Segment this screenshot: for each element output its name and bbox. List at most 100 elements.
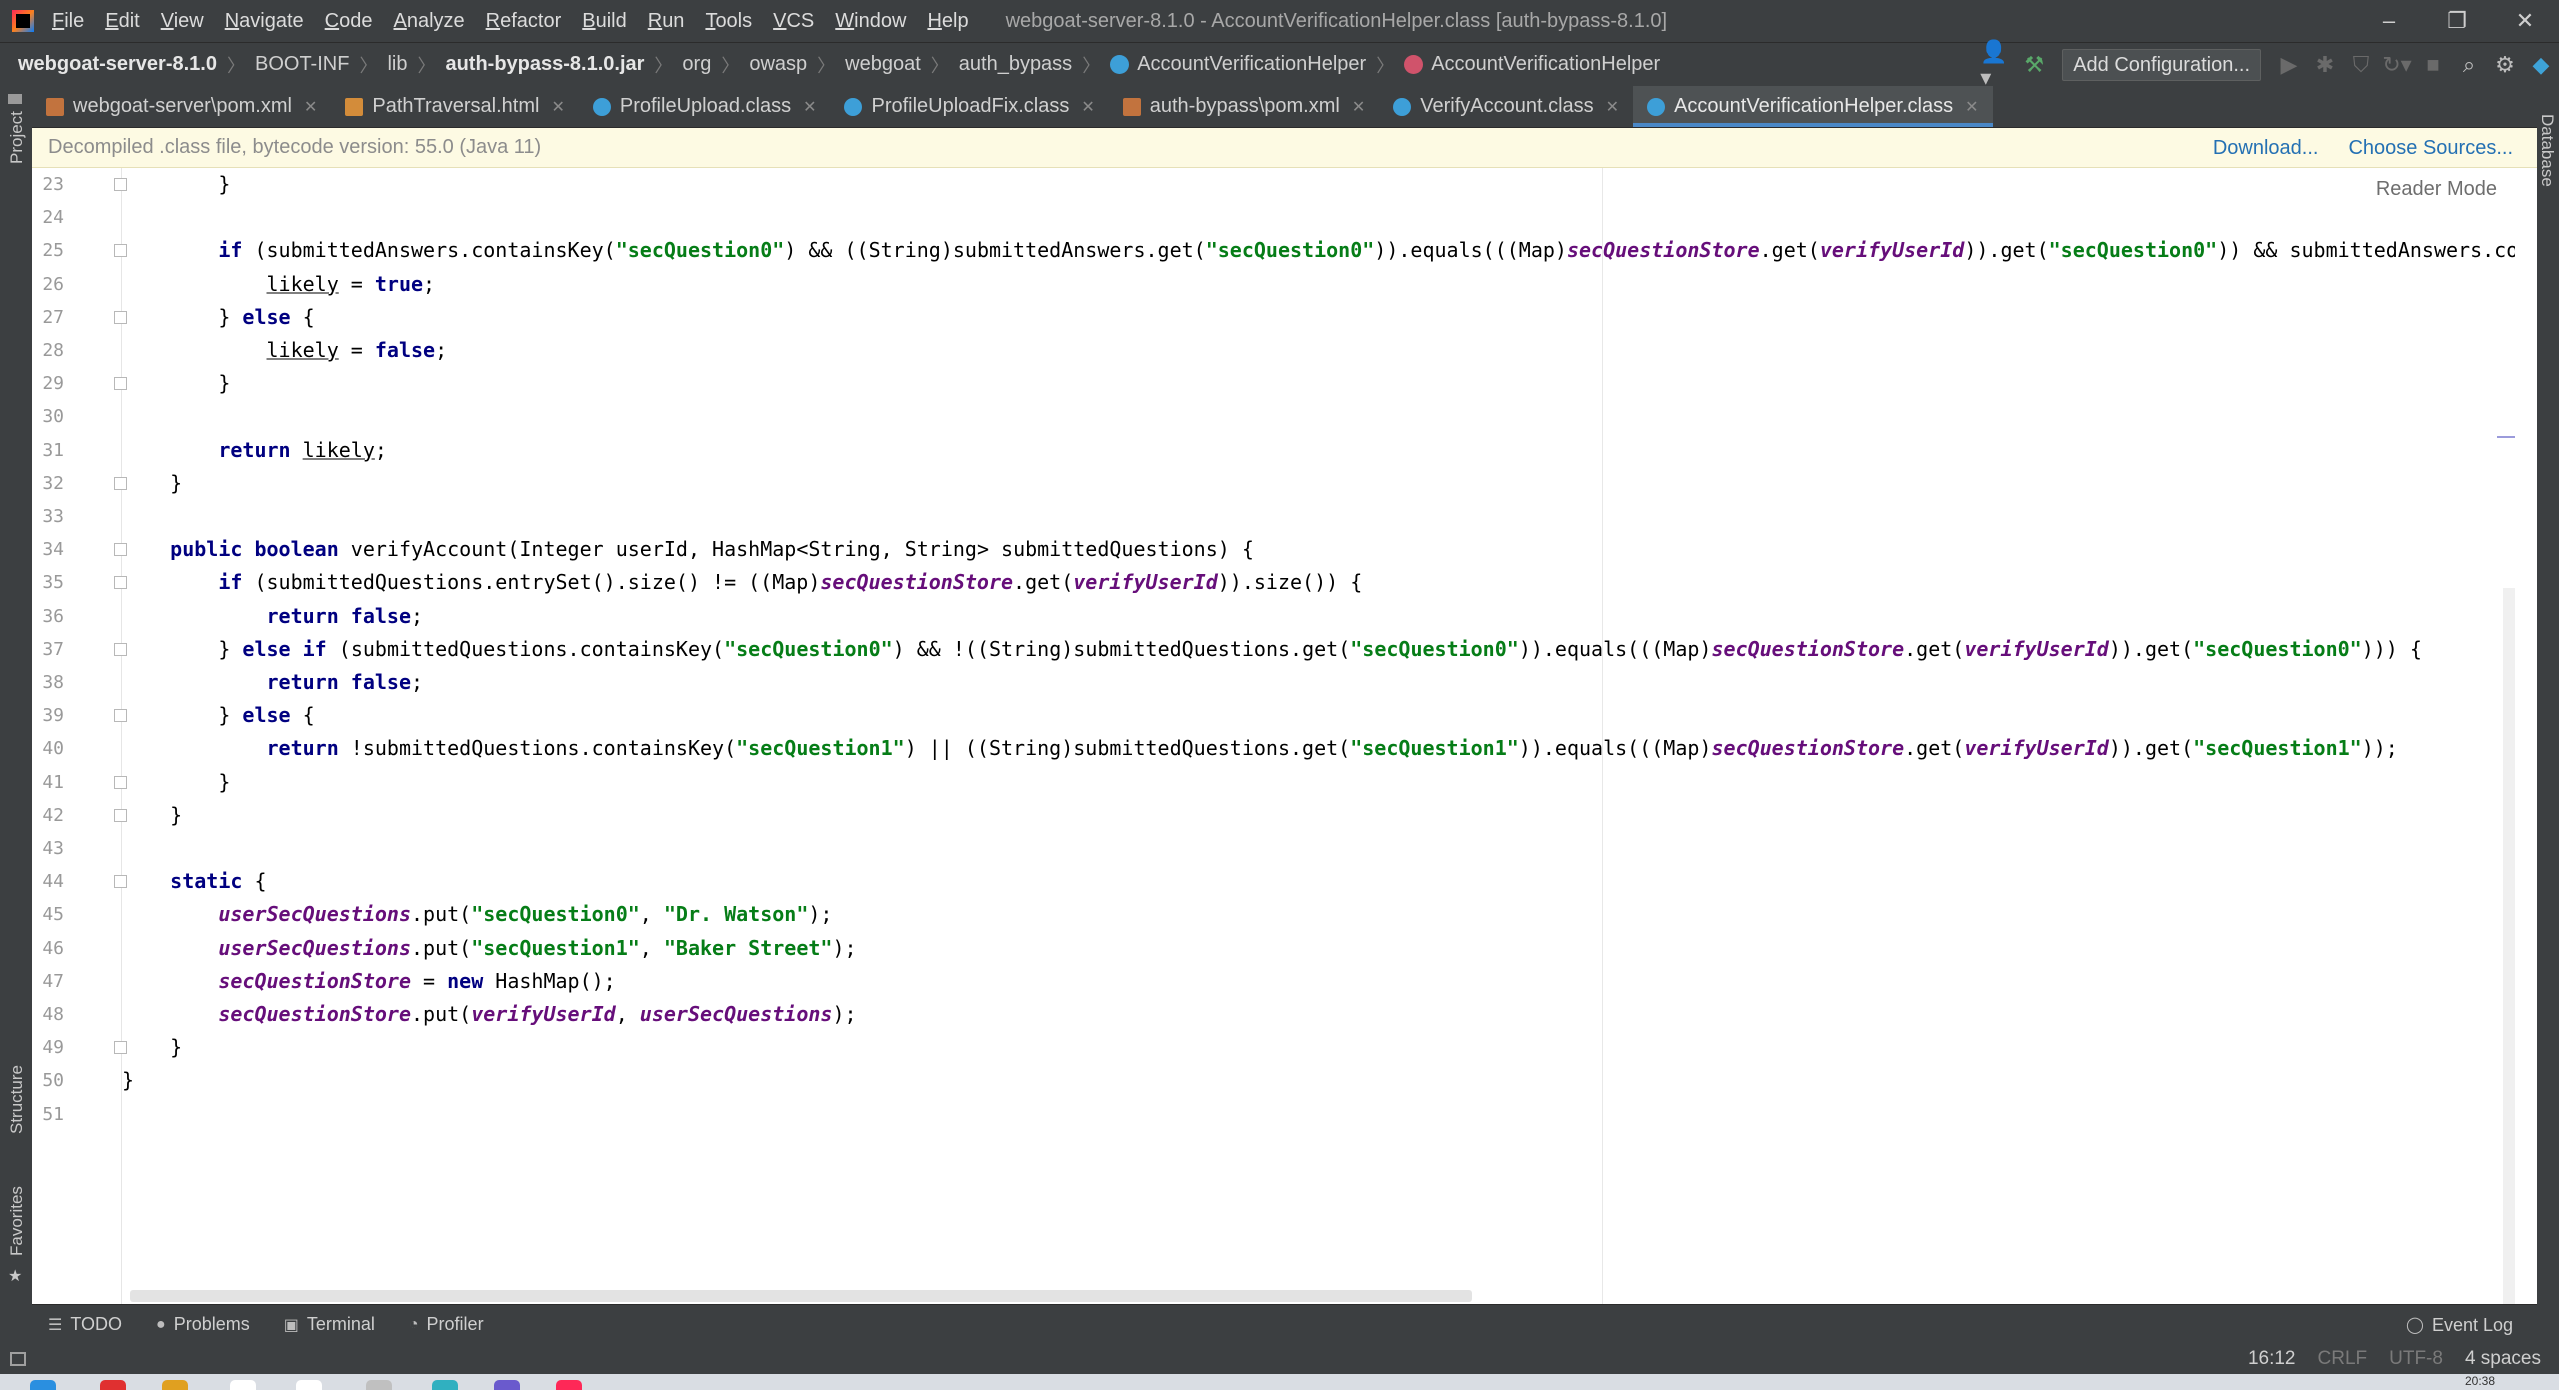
- project-tool-button[interactable]: Project: [7, 111, 27, 164]
- menu-file[interactable]: File: [52, 10, 84, 33]
- indent-setting[interactable]: 4 spaces: [2465, 1348, 2541, 1370]
- taskbar-app-icon[interactable]: [432, 1380, 458, 1390]
- crumb-lib[interactable]: lib: [387, 53, 407, 76]
- menu-run[interactable]: Run: [648, 10, 685, 33]
- code-area[interactable]: } if (submittedAnswers.containsKey("secQ…: [122, 168, 2515, 1304]
- code-line[interactable]: return !submittedQuestions.containsKey("…: [122, 732, 2398, 765]
- menu-refactor[interactable]: Refactor: [486, 10, 562, 33]
- tab-verify-account[interactable]: VerifyAccount.class ✕: [1379, 86, 1633, 127]
- menu-analyze[interactable]: Analyze: [393, 10, 464, 33]
- reader-mode-toggle[interactable]: Reader Mode: [2376, 178, 2497, 201]
- file-encoding[interactable]: UTF-8: [2389, 1348, 2443, 1370]
- code-line[interactable]: if (submittedQuestions.entrySet().size()…: [122, 566, 1362, 599]
- close-icon[interactable]: ✕: [1352, 97, 1365, 117]
- code-editor[interactable]: 23 24 25 26 27 28 29 30 31 32 33 34 35 36 37 38 39 40 41 42…: [32, 168, 2515, 1304]
- code-line[interactable]: likely = true;: [122, 268, 436, 301]
- close-icon[interactable]: ✕: [1965, 97, 1978, 117]
- code-line[interactable]: }: [122, 766, 230, 799]
- tab-path-traversal[interactable]: PathTraversal.html ✕: [331, 86, 579, 127]
- close-icon[interactable]: ✕: [803, 97, 816, 117]
- tab-profile-upload[interactable]: ProfileUpload.class ✕: [579, 86, 831, 127]
- start-icon[interactable]: [30, 1380, 56, 1390]
- close-icon[interactable]: ✕: [304, 97, 317, 117]
- code-line[interactable]: return false;: [122, 600, 424, 633]
- crumb-webgoat[interactable]: webgoat: [845, 53, 921, 76]
- menu-edit[interactable]: Edit: [105, 10, 139, 33]
- code-line[interactable]: } else {: [122, 301, 314, 334]
- taskbar-intellij-icon[interactable]: [556, 1380, 582, 1390]
- favorites-tool-button[interactable]: Favorites: [7, 1186, 27, 1256]
- code-line[interactable]: }: [122, 1064, 134, 1097]
- line-gutter[interactable]: 23 24 25 26 27 28 29 30 31 32 33 34 35 36 37 38 39 40 41 42…: [32, 168, 127, 1304]
- vertical-scrollbar[interactable]: [2503, 588, 2515, 1304]
- debug-icon[interactable]: ✱: [2307, 43, 2343, 87]
- code-line[interactable]: }: [122, 467, 182, 500]
- tab-webgoat-server-pom[interactable]: webgoat-server\pom.xml ✕: [32, 86, 331, 127]
- event-log-button[interactable]: ◯ Event Log: [2406, 1305, 2513, 1345]
- code-line[interactable]: if (submittedAnswers.containsKey("secQue…: [122, 234, 2515, 267]
- taskbar-app-icon[interactable]: [366, 1380, 392, 1390]
- profiler-tool-button[interactable]: ◔ Profiler: [409, 1314, 484, 1335]
- toggle-tool-windows-icon[interactable]: [10, 1352, 26, 1366]
- crumb-owasp[interactable]: owasp: [749, 53, 807, 76]
- gear-icon[interactable]: ⚙: [2487, 43, 2523, 87]
- taskbar-app-icon[interactable]: [494, 1380, 520, 1390]
- crumb-class[interactable]: AccountVerificationHelper: [1137, 53, 1366, 76]
- code-line[interactable]: } else {: [122, 699, 314, 732]
- terminal-tool-button[interactable]: ▣ Terminal: [284, 1314, 375, 1335]
- taskbar-app-icon[interactable]: [230, 1380, 256, 1390]
- close-icon[interactable]: ✕: [1606, 97, 1619, 117]
- code-line[interactable]: return false;: [122, 666, 424, 699]
- menu-navigate[interactable]: Navigate: [225, 10, 304, 33]
- profile-icon[interactable]: ↻▾: [2379, 43, 2415, 87]
- coverage-icon[interactable]: ⛉: [2343, 43, 2379, 87]
- code-line[interactable]: secQuestionStore.put(verifyUserId, userS…: [122, 998, 856, 1031]
- menu-tools[interactable]: Tools: [705, 10, 752, 33]
- code-line[interactable]: }: [122, 799, 182, 832]
- code-line[interactable]: secQuestionStore = new HashMap();: [122, 965, 615, 998]
- menu-window[interactable]: Window: [835, 10, 906, 33]
- line-separator[interactable]: CRLF: [2318, 1348, 2368, 1370]
- code-line[interactable]: }: [122, 367, 230, 400]
- choose-sources-link[interactable]: Choose Sources...: [2348, 137, 2513, 160]
- tab-auth-bypass-pom[interactable]: auth-bypass\pom.xml ✕: [1109, 86, 1379, 127]
- taskbar-app-icon[interactable]: [296, 1380, 322, 1390]
- code-line[interactable]: likely = false;: [122, 334, 448, 367]
- close-icon[interactable]: ✕: [551, 97, 564, 117]
- close-icon[interactable]: ✕: [1081, 97, 1094, 117]
- user-icon[interactable]: 👤▾: [1980, 39, 2016, 90]
- crumb-boot-inf[interactable]: BOOT-INF: [255, 53, 349, 76]
- close-window-button[interactable]: ✕: [2491, 0, 2559, 42]
- download-link[interactable]: Download...: [2213, 137, 2319, 160]
- crumb-org[interactable]: org: [682, 53, 711, 76]
- tab-account-verification-helper[interactable]: AccountVerificationHelper.class ✕: [1633, 86, 1993, 127]
- structure-tool-button[interactable]: Structure: [7, 1065, 27, 1134]
- database-tool-button[interactable]: Database: [2537, 114, 2557, 187]
- crumb-member[interactable]: AccountVerificationHelper: [1431, 53, 1660, 76]
- taskbar-app-icon[interactable]: [162, 1380, 188, 1390]
- crumb-auth-bypass[interactable]: auth_bypass: [959, 53, 1072, 76]
- code-line[interactable]: } else if (submittedQuestions.containsKe…: [122, 633, 2422, 666]
- caret-position[interactable]: 16:12: [2248, 1348, 2296, 1370]
- crumb-project[interactable]: webgoat-server-8.1.0: [18, 53, 217, 76]
- crumb-jar[interactable]: auth-bypass-8.1.0.jar: [445, 53, 644, 76]
- menu-view[interactable]: View: [161, 10, 204, 33]
- build-hammer-icon[interactable]: ⚒: [2016, 43, 2052, 87]
- code-line[interactable]: static {: [122, 865, 266, 898]
- stop-icon[interactable]: ■: [2415, 43, 2451, 87]
- horizontal-scrollbar[interactable]: [130, 1290, 1472, 1302]
- search-icon[interactable]: ⌕: [2451, 43, 2487, 87]
- todo-tool-button[interactable]: ☰ TODO: [48, 1314, 122, 1335]
- code-line[interactable]: }: [122, 1031, 182, 1064]
- code-line[interactable]: }: [122, 168, 230, 201]
- jetbrains-toolbox-icon[interactable]: ◆: [2523, 43, 2559, 87]
- maximize-button[interactable]: ❐: [2423, 0, 2491, 42]
- taskbar-app-icon[interactable]: [100, 1380, 126, 1390]
- tab-profile-upload-fix[interactable]: ProfileUploadFix.class ✕: [830, 86, 1108, 127]
- run-icon[interactable]: ▶: [2271, 43, 2307, 87]
- add-configuration-button[interactable]: Add Configuration...: [2062, 49, 2261, 81]
- problems-tool-button[interactable]: ● Problems: [156, 1314, 250, 1335]
- menu-build[interactable]: Build: [582, 10, 626, 33]
- minimize-button[interactable]: –: [2355, 0, 2423, 42]
- code-line[interactable]: userSecQuestions.put("secQuestion1", "Ba…: [122, 932, 856, 965]
